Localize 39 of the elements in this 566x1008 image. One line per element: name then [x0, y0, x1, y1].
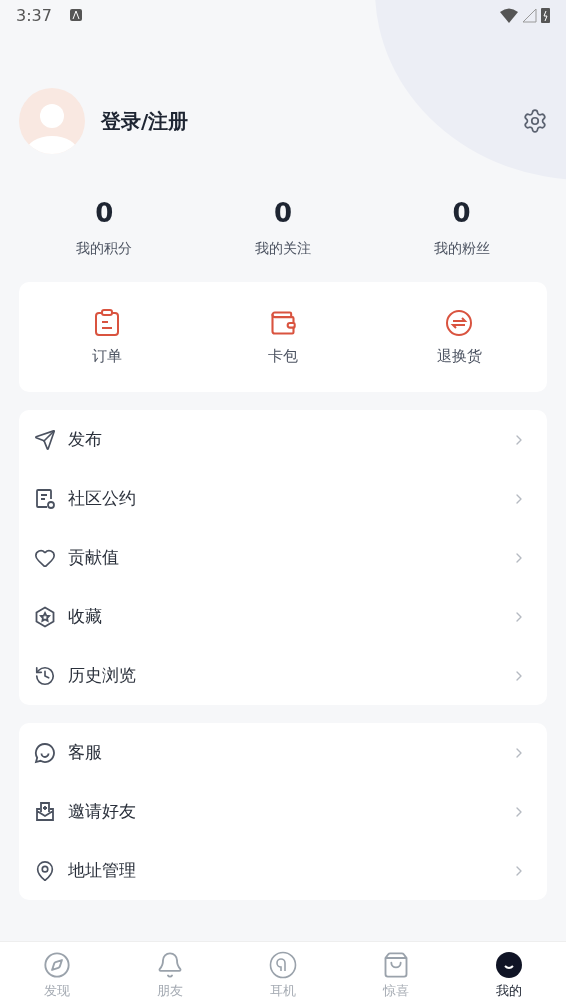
stat-label[interactable]: 我的粉丝	[433, 240, 490, 258]
envelope-icon	[34, 800, 56, 823]
shortcut-label[interactable]: 退换货	[436, 346, 482, 366]
menu-item[interactable]: 贡献值	[19, 528, 547, 587]
wallet-icon	[269, 308, 297, 337]
hexagon-star-icon	[34, 605, 56, 628]
menu-item[interactable]: 客服	[19, 723, 547, 782]
document-icon	[34, 487, 56, 510]
wifi-icon	[500, 7, 518, 23]
stat-label[interactable]: 我的关注	[255, 240, 311, 258]
location-pin-icon	[34, 859, 56, 882]
stat-value: 0	[95, 198, 114, 228]
menu-item[interactable]: 邀请好友	[19, 782, 547, 841]
battery-icon	[541, 7, 550, 23]
tab[interactable]: 我的	[452, 942, 566, 1008]
clipboard-icon	[94, 308, 120, 337]
settings-icon[interactable]	[522, 108, 548, 134]
history-icon	[34, 664, 56, 687]
login-link[interactable]: 登录/注册	[101, 107, 189, 135]
avatar-icon	[19, 88, 85, 154]
compass-icon	[42, 950, 71, 979]
signal-icon	[522, 7, 537, 23]
exchange-icon	[445, 308, 473, 337]
stat-value: 0	[273, 198, 293, 228]
earbud-icon	[269, 950, 297, 979]
menu-item[interactable]: 收藏	[19, 587, 547, 646]
shortcut-label[interactable]: 订单	[92, 346, 122, 366]
notification-icon	[69, 9, 82, 21]
smile-icon	[495, 950, 524, 979]
paper-plane-icon	[34, 428, 56, 451]
menu-item[interactable]: 地址管理	[19, 841, 547, 900]
stat-label[interactable]: 我的积分	[76, 240, 133, 258]
status-time: 3:37	[16, 5, 52, 25]
chat-smile-icon	[34, 741, 56, 764]
menu-item[interactable]: 社区公约	[19, 469, 547, 528]
stat-value: 0	[452, 198, 471, 228]
menu-item[interactable]: 历史浏览	[19, 646, 547, 705]
shortcut-label[interactable]: 卡包	[268, 346, 298, 366]
menu-item[interactable]: 发布	[19, 410, 547, 469]
